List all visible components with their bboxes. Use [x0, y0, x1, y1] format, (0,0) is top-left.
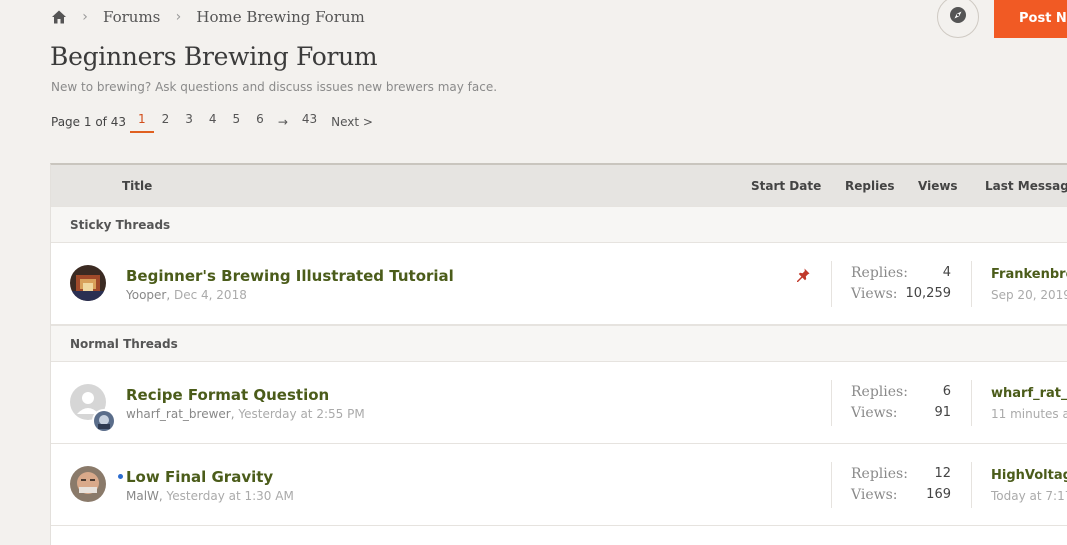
replies-label: Replies: — [851, 466, 908, 482]
thread-stats: Replies: 12 Views: 169 — [851, 466, 951, 508]
page-label: Page 1 of 43 — [51, 115, 126, 129]
thread-title-link[interactable]: Beginner's Brewing Illustrated Tutorial — [126, 267, 454, 285]
page-link-last[interactable]: 43 — [294, 111, 325, 133]
column-divider — [971, 462, 972, 508]
avatar[interactable] — [70, 265, 106, 301]
post-new-thread-button[interactable]: Post Ne — [994, 0, 1067, 38]
last-message-user[interactable]: Frankenbre — [991, 267, 1067, 282]
replies-count: 4 — [942, 265, 951, 280]
breadcrumb-forums[interactable]: Forums — [103, 8, 160, 26]
thread-row: Recipe Format Question wharf_rat_brewer,… — [51, 362, 1067, 444]
sticky-threads-header: Sticky Threads — [51, 206, 1067, 243]
compass-icon — [949, 6, 967, 28]
chevron-right-icon: › — [175, 9, 182, 25]
thread-row: Beginner's Brewing Illustrated Tutorial … — [51, 243, 1067, 325]
page-link-1[interactable]: 1 — [129, 111, 154, 133]
page-link-2[interactable]: 2 — [154, 111, 178, 133]
page-link-3[interactable]: 3 — [177, 111, 201, 133]
views-label: Views: — [851, 405, 898, 421]
thread-row: Low Final Gravity MalW, Yesterday at 1:3… — [51, 444, 1067, 526]
column-divider — [831, 462, 832, 508]
thread-author[interactable]: MalW — [126, 489, 159, 503]
section-label: Normal Threads — [70, 337, 178, 351]
thread-stats: Replies: 6 Views: 91 — [851, 384, 951, 426]
views-count: 91 — [934, 405, 951, 420]
page-link-4[interactable]: 4 — [201, 111, 225, 133]
views-count: 169 — [926, 487, 951, 502]
forum-description: New to brewing? Ask questions and discus… — [51, 80, 498, 94]
page-link-5[interactable]: 5 — [225, 111, 249, 133]
views-label: Views: — [851, 487, 898, 503]
thread-title-link[interactable]: Low Final Gravity — [126, 468, 273, 486]
page-link-6[interactable]: 6 — [248, 111, 272, 133]
column-last-message[interactable]: Last Message — [985, 179, 1067, 193]
unread-indicator — [118, 474, 123, 479]
last-message-user[interactable]: wharf_rat_b — [991, 386, 1067, 401]
column-divider — [971, 261, 972, 307]
thread-start-date[interactable]: Yesterday at 2:55 PM — [238, 407, 364, 421]
views-label: Views: — [851, 286, 898, 302]
breadcrumb-home-brewing-forum[interactable]: Home Brewing Forum — [196, 8, 364, 26]
replies-count: 12 — [934, 466, 951, 481]
column-replies[interactable]: Replies — [845, 179, 894, 193]
thread-meta: MalW, Yesterday at 1:30 AM — [126, 489, 294, 503]
column-divider — [831, 261, 832, 307]
thread-meta: wharf_rat_brewer, Yesterday at 2:55 PM — [126, 407, 365, 421]
explore-button[interactable] — [937, 0, 979, 38]
thread-start-date[interactable]: Dec 4, 2018 — [174, 288, 247, 302]
pin-icon — [795, 267, 811, 283]
column-divider — [831, 380, 832, 426]
pagination: Page 1 of 43 1 2 3 4 5 6 → 43 Next > — [51, 111, 373, 133]
avatar[interactable] — [70, 466, 106, 502]
thread-author[interactable]: Yooper — [126, 288, 166, 302]
last-message-date[interactable]: Sep 20, 2019 — [991, 288, 1067, 302]
replies-label: Replies: — [851, 384, 908, 400]
chevron-right-icon: › — [82, 9, 88, 25]
last-message-date[interactable]: 11 minutes a — [991, 407, 1067, 421]
next-page-link[interactable]: Next > — [325, 115, 373, 129]
replies-label: Replies: — [851, 265, 908, 281]
page-title: Beginners Brewing Forum — [50, 42, 378, 71]
breadcrumb: › Forums › Home Brewing Forum — [51, 6, 365, 28]
column-divider — [971, 380, 972, 426]
thread-stats: Replies: 4 Views: 10,259 — [851, 265, 951, 307]
column-views[interactable]: Views — [918, 179, 958, 193]
thread-meta: Yooper, Dec 4, 2018 — [126, 288, 247, 302]
section-label: Sticky Threads — [70, 218, 171, 232]
replies-count: 6 — [942, 384, 951, 399]
column-start-date[interactable]: Start Date — [751, 179, 821, 193]
views-count: 10,259 — [905, 286, 952, 301]
thread-start-date[interactable]: Yesterday at 1:30 AM — [167, 489, 294, 503]
column-header-row: Title Start Date Replies Views Last Mess… — [51, 165, 1067, 206]
normal-threads-header: Normal Threads — [51, 325, 1067, 362]
column-title[interactable]: Title — [122, 179, 152, 193]
thread-list: Title Start Date Replies Views Last Mess… — [50, 163, 1067, 545]
last-message-user[interactable]: HighVoltag — [991, 468, 1067, 483]
pagination-jump-arrow[interactable]: → — [272, 115, 294, 129]
thread-title-link[interactable]: Recipe Format Question — [126, 386, 329, 404]
home-icon[interactable] — [51, 9, 67, 25]
participant-avatar[interactable] — [92, 409, 116, 433]
thread-author[interactable]: wharf_rat_brewer — [126, 407, 231, 421]
last-message-date[interactable]: Today at 7:17 — [991, 489, 1067, 503]
